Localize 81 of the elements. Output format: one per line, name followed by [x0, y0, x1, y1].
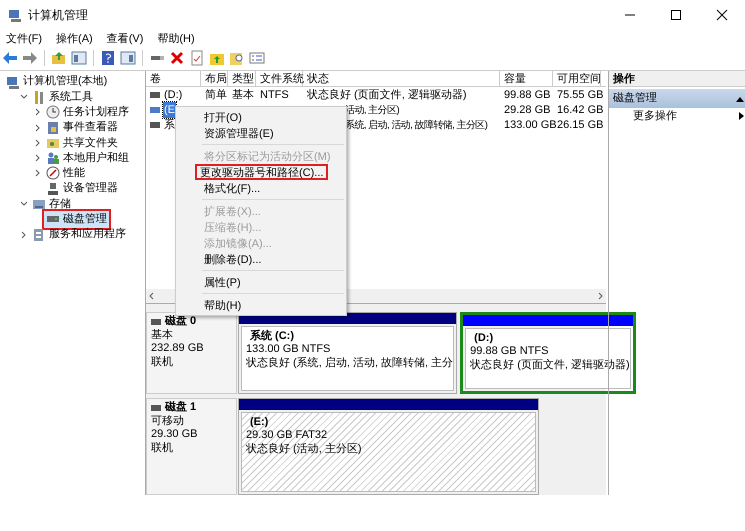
- document-check-icon[interactable]: [189, 50, 205, 66]
- action-item[interactable]: 更多操作: [609, 108, 745, 124]
- menu-item[interactable]: 删除卷(D)...: [199, 251, 266, 267]
- disk-status: 联机: [151, 356, 174, 369]
- tree-item[interactable]: 本地用户和组: [44, 150, 131, 166]
- collapse-triangle-icon: [736, 96, 744, 102]
- table-cell[interactable]: (E: [163, 102, 176, 118]
- table-cell-text: 29.28 GB: [504, 102, 550, 118]
- table-cell-text: NTFS: [260, 88, 289, 103]
- partition-block[interactable]: 系统 (C:) 133.00 GB NTFS 状态良好 (系统, 启动, 活动, 故障转储, 主分: [238, 312, 458, 394]
- table-cell-text: 26.15 GB: [557, 118, 604, 133]
- folder-up-icon[interactable]: [51, 50, 67, 66]
- tree-item[interactable]: 共享文件夹: [44, 134, 120, 152]
- help-icon[interactable]: [100, 50, 116, 66]
- column-header[interactable]: 文件系统: [256, 71, 303, 86]
- table-cell-text: 75.55 GB: [557, 88, 604, 103]
- device-icon: [46, 182, 60, 196]
- table-cell-text: 状态良好 (页面文件, 逻辑驱动器): [307, 88, 466, 103]
- window-title: 计算机管理: [28, 7, 88, 24]
- tree-item[interactable]: 任务计划程序: [44, 104, 131, 120]
- menu-item[interactable]: 更改驱动器号和路径(C)...: [195, 164, 328, 180]
- tree-item[interactable]: 磁盘管理: [44, 211, 109, 228]
- column-header[interactable]: 状态: [303, 71, 500, 86]
- column-header[interactable]: 布局: [201, 71, 228, 86]
- partition-size: 29.30 GB FAT32: [246, 429, 328, 442]
- table-cell-text: 基本: [232, 88, 254, 103]
- pane-icon[interactable]: [71, 50, 87, 66]
- list-icon[interactable]: [249, 50, 265, 66]
- table-cell-text: 99.88 GB: [504, 88, 550, 103]
- pane-icon[interactable]: [120, 50, 136, 66]
- column-header[interactable]: 容量: [500, 71, 553, 86]
- table-cell[interactable]: 系: [163, 116, 176, 134]
- disk-size: 232.89 GB: [151, 342, 205, 356]
- table-cell[interactable]: (D:): [163, 86, 184, 104]
- tree-item[interactable]: 性能: [44, 165, 87, 182]
- app-icon: [8, 8, 22, 22]
- folder-search-icon[interactable]: [229, 50, 245, 66]
- menu-item[interactable]: 格式化(F)...: [199, 180, 266, 196]
- tree-item[interactable]: 事件查看器: [44, 119, 120, 136]
- disk-type: 基本: [151, 328, 174, 342]
- disk-size: 29.30 GB: [151, 428, 198, 442]
- delete-icon[interactable]: [169, 50, 185, 66]
- table-cell-text: 133.00 GB: [504, 118, 557, 133]
- tree-item[interactable]: 计算机管理(本地): [4, 73, 110, 90]
- tree-item[interactable]: 设备管理器: [44, 180, 120, 197]
- table-cell-text: 16.42 GB: [557, 102, 604, 118]
- clock-icon: [46, 105, 60, 120]
- partition-name: (D:): [473, 332, 494, 346]
- menu-item[interactable]: 属性(P): [199, 274, 246, 290]
- menu-item[interactable]: 操作(A): [56, 30, 93, 48]
- menu-item[interactable]: 文件(F): [6, 30, 42, 48]
- column-header[interactable]: 类型: [228, 71, 256, 86]
- tree-item[interactable]: 服务和应用程序: [30, 226, 128, 243]
- computer-icon: [6, 74, 20, 89]
- partition-block[interactable]: (E:) 29.30 GB FAT32 状态良好 (活动, 主分区): [238, 398, 539, 495]
- back-arrow-icon[interactable]: [2, 50, 18, 66]
- tree-item[interactable]: 系统工具: [30, 88, 95, 106]
- actions-header: 操作: [609, 71, 745, 87]
- menu-item[interactable]: 资源管理器(E): [199, 125, 279, 141]
- menu-item[interactable]: 帮助(H): [199, 297, 246, 313]
- column-header[interactable]: 卷: [146, 71, 201, 86]
- partition-name: 系统 (C:): [249, 330, 295, 344]
- table-cell-text: 简单: [205, 88, 227, 103]
- disk-name: 磁盘 1: [165, 401, 196, 414]
- users-icon: [46, 151, 60, 166]
- disk-type: 可移动: [151, 414, 185, 428]
- menu-item[interactable]: 帮助(H): [157, 30, 195, 48]
- partition-size: 99.88 GB NTFS: [470, 345, 550, 358]
- partition-size: 133.00 GB NTFS: [246, 343, 332, 356]
- partition-name: (E:): [249, 416, 270, 430]
- menu-item[interactable]: 查看(V): [106, 30, 144, 48]
- partition-status: 状态良好 (活动, 主分区): [246, 442, 362, 456]
- forward-arrow-icon[interactable]: [22, 50, 38, 66]
- menu-item[interactable]: 打开(O): [199, 109, 247, 125]
- partition-status: 状态良好 (系统, 启动, 活动, 故障转储, 主分: [246, 356, 454, 370]
- tree-item[interactable]: 存储: [30, 196, 73, 212]
- disk-name: 磁盘 0: [165, 315, 196, 328]
- actions-section[interactable]: 磁盘管理: [609, 89, 745, 108]
- submenu-arrow-icon: [739, 112, 744, 120]
- disk-status: 联机: [151, 442, 174, 455]
- column-header[interactable]: 可用空间: [553, 71, 601, 86]
